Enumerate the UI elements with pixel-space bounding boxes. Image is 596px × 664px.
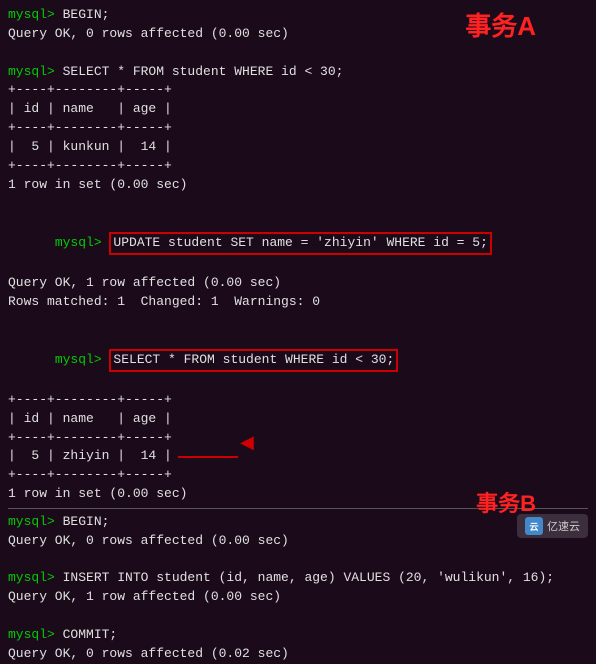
blank-b1: [8, 551, 588, 570]
line-4: 1 row in set (0.00 sec): [8, 176, 588, 195]
line-update: mysql> UPDATE student SET name = 'zhiyin…: [8, 213, 588, 274]
table-row-1: | 5 | kunkun | 14 |: [8, 138, 588, 157]
zhiyin-data: | 5 | zhiyin | 14 |: [8, 447, 172, 466]
cmd-b3: INSERT INTO student (id, name, age) VALU…: [63, 570, 554, 585]
select-cmd-box: SELECT * FROM student WHERE id < 30;: [109, 349, 398, 372]
prompt-update: mysql>: [55, 235, 110, 250]
arrow-line: [178, 456, 238, 458]
line-b5: mysql> COMMIT;: [8, 626, 588, 645]
line-5: Query OK, 1 row affected (0.00 sec): [8, 274, 588, 293]
prompt-b3: mysql>: [8, 570, 63, 585]
cmd-b1: BEGIN;: [63, 514, 110, 529]
red-arrow: ◀: [178, 431, 305, 483]
blank-1: [8, 44, 588, 63]
line-3: mysql> SELECT * FROM student WHERE id < …: [8, 63, 588, 82]
cmd: SELECT * FROM student WHERE id < 30;: [63, 64, 344, 79]
transaction-a-label: 事务A: [465, 6, 536, 43]
blank-3: [8, 312, 588, 331]
table-row-zhiyin: | 5 | zhiyin | 14 | ◀: [8, 447, 588, 466]
prompt-select2: mysql>: [55, 352, 110, 367]
line-select2: mysql> SELECT * FROM student WHERE id < …: [8, 330, 588, 391]
cmd-b5: COMMIT;: [63, 627, 118, 642]
blank-2: [8, 194, 588, 213]
blank-b2: [8, 607, 588, 626]
prompt: mysql>: [8, 64, 63, 79]
result: Query OK, 0 rows affected (0.00 sec): [8, 26, 289, 41]
prompt: mysql>: [8, 7, 63, 22]
section-b: mysql> BEGIN; Query OK, 0 rows affected …: [8, 513, 588, 664]
watermark-icon: 云: [525, 517, 543, 535]
watermark: 云 亿速云: [517, 514, 588, 538]
update-cmd-box: UPDATE student SET name = 'zhiyin' WHERE…: [109, 232, 491, 255]
prompt-b5: mysql>: [8, 627, 63, 642]
table-border-1: +----+--------+-----+: [8, 81, 588, 100]
cmd: BEGIN;: [63, 7, 110, 22]
prompt-b1: mysql>: [8, 514, 63, 529]
line-b2: Query OK, 0 rows affected (0.00 sec): [8, 532, 588, 551]
table-header-2: | id | name | age |: [8, 410, 588, 429]
line-6: Rows matched: 1 Changed: 1 Warnings: 0: [8, 293, 588, 312]
table-border-2: +----+--------+-----+: [8, 119, 588, 138]
section-a: mysql> BEGIN; Query OK, 0 rows affected …: [8, 6, 588, 504]
watermark-text: 亿速云: [547, 518, 580, 534]
table-header: | id | name | age |: [8, 100, 588, 119]
table-border-4: +----+--------+-----+: [8, 391, 588, 410]
line-b3: mysql> INSERT INTO student (id, name, ag…: [8, 569, 588, 588]
table-border-3: +----+--------+-----+: [8, 157, 588, 176]
terminal: 事务A mysql> BEGIN; Query OK, 0 rows affec…: [0, 0, 596, 546]
line-b6: Query OK, 0 rows affected (0.02 sec): [8, 645, 588, 664]
line-b4: Query OK, 1 row affected (0.00 sec): [8, 588, 588, 607]
